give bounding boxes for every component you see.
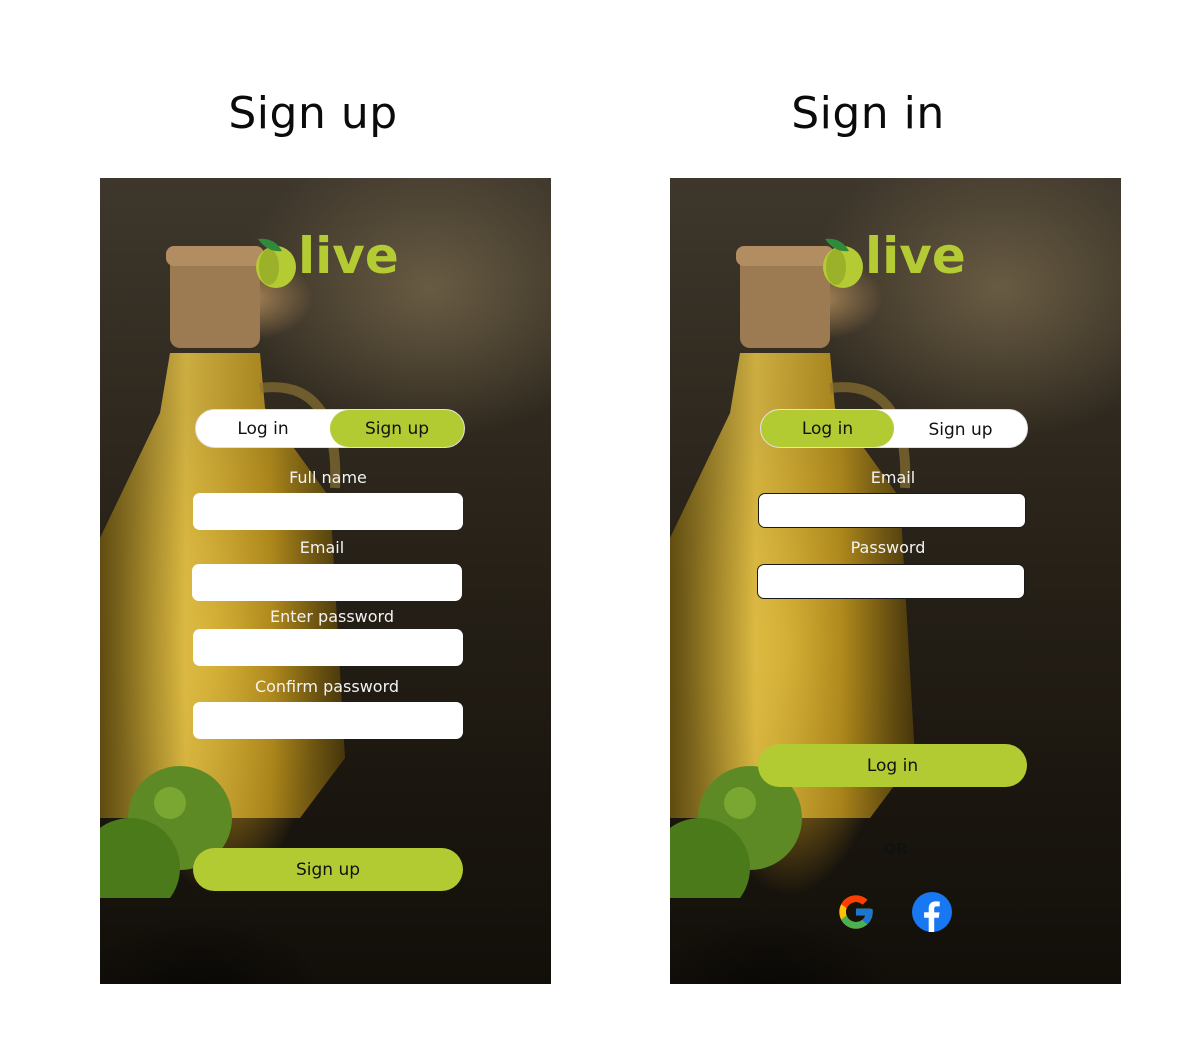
tab-signup[interactable]: Sign up (330, 410, 464, 447)
logo-text: live (298, 227, 399, 285)
tab-login[interactable]: Log in (761, 410, 894, 447)
full-name-input[interactable] (193, 493, 463, 530)
full-name-label: Full name (289, 468, 367, 487)
signup-screen: live Log in Sign up Full name Email Ente… (100, 178, 551, 984)
enter-password-input[interactable] (193, 629, 463, 666)
olive-logo: live (250, 227, 410, 293)
login-button[interactable]: Log in (758, 744, 1027, 787)
confirm-password-label: Confirm password (254, 677, 400, 696)
signup-button[interactable]: Sign up (193, 848, 463, 891)
email-input[interactable] (758, 493, 1026, 528)
auth-tab-switch: Log in Sign up (195, 409, 465, 448)
email-label: Email (870, 468, 916, 487)
email-label: Email (299, 538, 345, 557)
tab-signup[interactable]: Sign up (894, 410, 1027, 447)
olive-leaf-icon (823, 238, 863, 288)
google-icon[interactable] (836, 892, 876, 932)
logo-text: live (865, 227, 966, 285)
olive-logo: live (817, 227, 977, 293)
password-input[interactable] (757, 564, 1025, 599)
signin-heading: Sign in (791, 88, 945, 139)
password-label: Password (850, 538, 926, 557)
confirm-password-input[interactable] (193, 702, 463, 739)
enter-password-label: Enter password (270, 607, 394, 626)
signup-heading: Sign up (228, 88, 398, 139)
email-input[interactable] (192, 564, 462, 601)
olive-leaf-icon (256, 238, 296, 288)
tab-login[interactable]: Log in (196, 410, 330, 447)
signin-screen: live Log in Sign up Email Password Log i… (670, 178, 1121, 984)
facebook-icon[interactable] (912, 892, 952, 932)
or-divider: OR (883, 840, 908, 858)
auth-tab-switch: Log in Sign up (760, 409, 1028, 448)
